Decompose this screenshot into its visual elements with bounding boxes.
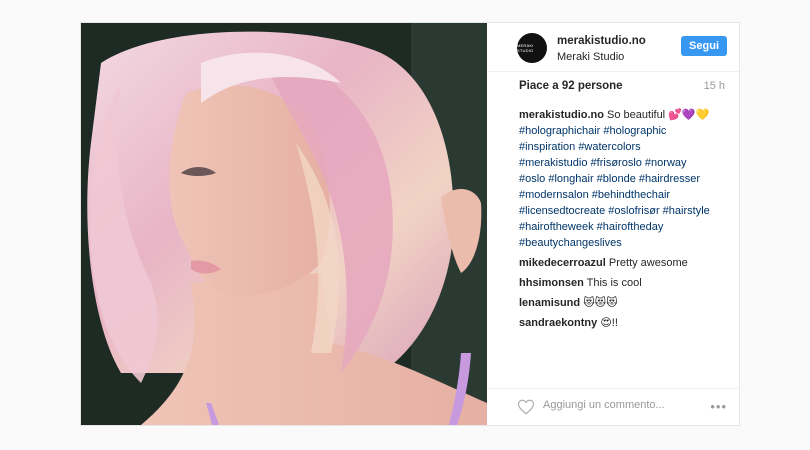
hashtag-line[interactable]: #oslo #longhair #blonde #hairdresser	[519, 171, 725, 187]
post-time[interactable]: 15 h	[704, 80, 725, 92]
likes-count[interactable]: Piace a 92 persone	[519, 80, 623, 92]
comment: sandraekontny 😍!!	[519, 315, 725, 331]
comment: lenamisund 😻😻😻	[519, 295, 725, 311]
add-comment-input[interactable]	[543, 399, 683, 411]
post-photo[interactable]	[81, 23, 487, 425]
hashtag-line[interactable]: #modernsalon #behindthechair	[519, 187, 725, 203]
hashtag-line[interactable]: #holographichair #holographic	[519, 123, 725, 139]
comment-username-link[interactable]: hhsimonsen	[519, 277, 584, 289]
comment-username-link[interactable]: sandraekontny	[519, 317, 597, 329]
comment-text: Pretty awesome	[608, 257, 688, 269]
comment-text: 😍!!	[600, 317, 618, 329]
likes-row: Piace a 92 persone 15 h	[487, 71, 739, 107]
follow-button[interactable]: Segui	[681, 36, 727, 56]
comment-username-link[interactable]: mikedecerroazul	[519, 257, 606, 269]
comment-username-link[interactable]: lenamisund	[519, 297, 580, 309]
post-photo-illustration	[81, 23, 487, 425]
comment-text: 😻😻😻	[583, 297, 618, 309]
comment-text: This is cool	[586, 277, 642, 289]
hashtag-line[interactable]: #hairoftheweek #hairoftheday	[519, 219, 725, 235]
heart-icon[interactable]	[517, 398, 535, 416]
caption-text: So beautiful 💕💜💛	[607, 109, 710, 121]
hashtag-line[interactable]: #merakistudio #frisøroslo #norway	[519, 155, 725, 171]
more-options-icon[interactable]: •••	[710, 399, 727, 414]
comments-list: merakistudio.no So beautiful 💕💜💛 #hologr…	[519, 107, 725, 331]
post-sidebar: MERAKI STUDIO merakistudio.no Meraki Stu…	[487, 23, 739, 425]
instagram-post: MERAKI STUDIO merakistudio.no Meraki Stu…	[80, 22, 740, 426]
avatar[interactable]: MERAKI STUDIO	[517, 33, 547, 63]
hashtag-line[interactable]: #beautychangeslives	[519, 235, 725, 251]
hashtag-line[interactable]: #licensedtocreate #oslofrisør #hairstyle	[519, 203, 725, 219]
caption: merakistudio.no So beautiful 💕💜💛 #hologr…	[519, 107, 725, 251]
comment: mikedecerroazul Pretty awesome	[519, 255, 725, 271]
hashtag-line[interactable]: #inspiration #watercolors	[519, 139, 725, 155]
username-link[interactable]: merakistudio.no	[557, 35, 646, 47]
post-header: MERAKI STUDIO merakistudio.no Meraki Stu…	[487, 23, 739, 72]
post-footer: •••	[487, 388, 739, 425]
full-name: Meraki Studio	[557, 51, 625, 63]
caption-username-link[interactable]: merakistudio.no	[519, 109, 604, 121]
comment: hhsimonsen This is cool	[519, 275, 725, 291]
